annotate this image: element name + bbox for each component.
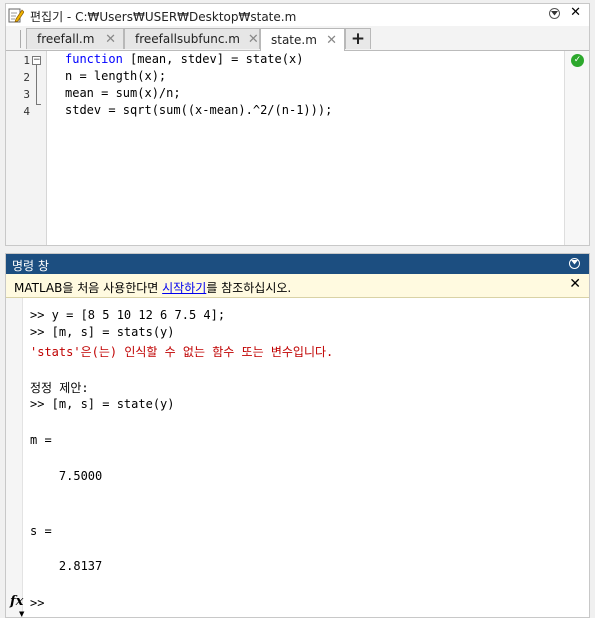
command-window-menu-button[interactable] <box>569 258 580 269</box>
line-number: 4 <box>23 105 30 118</box>
error-message: 'stats'은(는) 인식할 수 없는 함수 또는 변수입니다. <box>30 345 334 359</box>
command-window-panel: 명령 창 MATLAB을 처음 사용한다면 시작하기를 참조하십시오. ✕ >>… <box>5 253 590 618</box>
command-output-line: s = <box>30 524 52 538</box>
line-number-gutter: 1 2 3 4 <box>6 51 47 245</box>
editor-panel: 편집기 - C:₩Users₩USER₩Desktop₩state.m ✕ fr… <box>5 3 590 246</box>
code-line-1[interactable]: function [mean, stdev] = state(x) <box>65 52 303 66</box>
command-output-line: >> y = [8 5 10 12 6 7.5 4]; <box>30 308 226 322</box>
tab-freefall[interactable]: freefall.m ✕ <box>26 28 124 49</box>
code-keyword: function <box>65 52 123 66</box>
command-output-value: 2.8137 <box>30 559 103 573</box>
suggested-command[interactable]: >> [m, s] = state(y) <box>30 397 175 411</box>
command-output-value: 7.5000 <box>30 469 103 483</box>
tab-close-icon[interactable]: ✕ <box>105 32 116 47</box>
line-number: 3 <box>23 88 30 101</box>
check-circle-icon[interactable]: ✓ <box>571 54 584 67</box>
editor-tabbar: freefall.m ✕ freefallsubfunc.m ✕ state.m… <box>6 26 589 51</box>
editor-titlebar: 편집기 - C:₩Users₩USER₩Desktop₩state.m ✕ <box>6 4 589 26</box>
command-prompt[interactable]: >> <box>30 596 44 610</box>
code-text: [mean, stdev] = state(x) <box>122 52 304 66</box>
tab-close-icon[interactable]: ✕ <box>248 32 259 47</box>
notice-text: MATLAB을 처음 사용한다면 시작하기를 참조하십시오. <box>14 279 291 296</box>
chevron-down-icon <box>571 260 578 265</box>
command-output-line: >> [m, s] = stats(y) <box>30 325 175 339</box>
line-number: 2 <box>23 71 30 84</box>
fold-guide-end <box>36 104 41 105</box>
tab-label: freefall.m <box>37 32 95 46</box>
tab-close-icon[interactable]: ✕ <box>326 33 337 48</box>
function-browser-icon[interactable]: fx <box>10 594 23 609</box>
tab-freefallsubfunc[interactable]: freefallsubfunc.m ✕ <box>124 28 260 49</box>
command-window-gutter <box>6 298 23 617</box>
notice-close-button[interactable]: ✕ <box>569 276 581 292</box>
add-tab-button[interactable]: + <box>345 28 371 49</box>
editor-close-button[interactable]: ✕ <box>570 6 581 19</box>
code-line-4[interactable]: stdev = sqrt(sum((x-mean).^2/(n-1))); <box>65 103 332 117</box>
code-line-3[interactable]: mean = sum(x)/n; <box>65 86 181 100</box>
editor-pencil-icon <box>8 8 24 23</box>
tab-label: freefallsubfunc.m <box>135 32 240 46</box>
notice-text-after: 를 참조하십시오. <box>206 281 292 295</box>
editor-menu-button[interactable] <box>549 7 561 19</box>
command-window-title: 명령 창 <box>12 259 49 273</box>
editor-title: 편집기 - C:₩Users₩USER₩Desktop₩state.m <box>30 10 297 24</box>
suggestion-label: 정정 제안: <box>30 381 89 395</box>
chevron-down-icon[interactable]: ▼ <box>19 610 24 618</box>
code-fold-toggle[interactable]: − <box>32 56 41 65</box>
tab-label: state.m <box>271 33 317 47</box>
command-window-header: 명령 창 <box>6 254 589 274</box>
tab-state[interactable]: state.m ✕ <box>260 28 345 51</box>
command-output-line: m = <box>30 433 52 447</box>
getting-started-notice: MATLAB을 처음 사용한다면 시작하기를 참조하십시오. ✕ <box>6 274 589 298</box>
getting-started-link[interactable]: 시작하기 <box>162 281 206 295</box>
editor-analyzer-bar: ✓ <box>564 51 589 245</box>
line-number: 1 <box>23 54 30 67</box>
notice-text-before: MATLAB을 처음 사용한다면 <box>14 281 163 295</box>
fold-guide <box>36 65 37 104</box>
chevron-down-icon <box>551 10 559 15</box>
code-line-2[interactable]: n = length(x); <box>65 69 166 83</box>
